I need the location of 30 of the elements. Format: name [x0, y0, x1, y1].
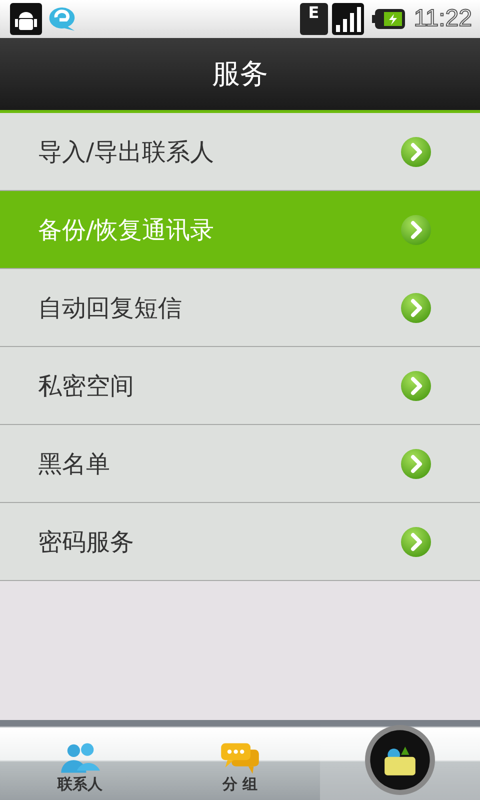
menu-item[interactable]: 黑名单: [0, 425, 480, 503]
clock: 11:22: [414, 5, 472, 33]
menu-item-label: 导入/导出联系人: [38, 136, 216, 168]
chevron-right-icon: [400, 292, 432, 324]
screen-title: 服务: [212, 56, 268, 92]
menu-item[interactable]: 导入/导出联系人: [0, 113, 480, 191]
menu-item[interactable]: 密码服务: [0, 503, 480, 581]
menu-item-label: 私密空间: [38, 370, 135, 402]
chevron-right-icon: [400, 136, 432, 168]
network-type-icon: E: [300, 3, 328, 35]
battery-icon: [372, 8, 406, 30]
menu-item-label: 密码服务: [38, 526, 135, 558]
tab[interactable]: 联系人: [0, 720, 160, 800]
chevron-right-icon: [400, 526, 432, 558]
signal-icon: [332, 3, 364, 35]
android-icon: [10, 3, 42, 35]
tab-label: 分 组: [222, 775, 258, 794]
menu-item[interactable]: 私密空间: [0, 347, 480, 425]
people-icon: [59, 741, 101, 775]
chevron-right-icon: [400, 448, 432, 480]
menu-item-label: 自动回复短信: [38, 292, 183, 324]
menu-item-label: 黑名单: [38, 448, 111, 480]
chat-bubbles-icon: [219, 741, 261, 775]
chevron-right-icon: [400, 370, 432, 402]
tab-label: 联系人: [58, 775, 102, 794]
chevron-right-icon: [400, 214, 432, 246]
menu-item-label: 备份/恢复通讯录: [38, 214, 216, 246]
tab[interactable]: 分 组: [160, 720, 320, 800]
toolbox-icon: [364, 724, 436, 796]
menu-item[interactable]: 自动回复短信: [0, 269, 480, 347]
